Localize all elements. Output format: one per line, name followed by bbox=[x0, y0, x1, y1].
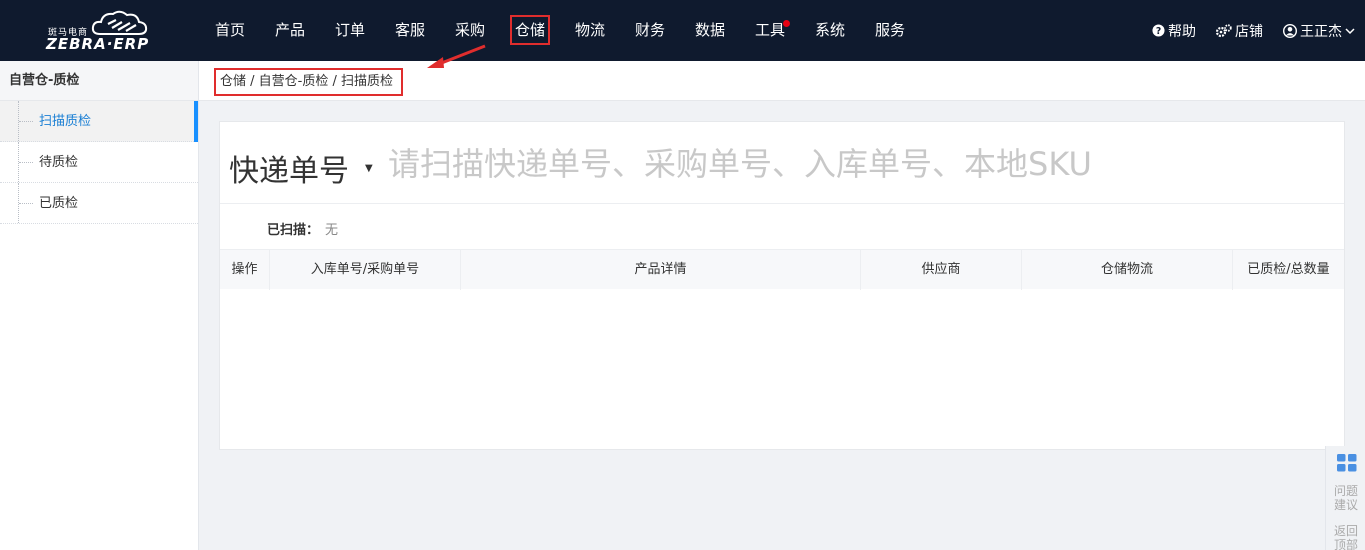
nav-warehouse-label: 仓储 bbox=[509, 15, 551, 45]
sidebar: 自营仓-质检 扫描质检 待质检 已质检 bbox=[0, 61, 199, 550]
gears-icon bbox=[1216, 23, 1232, 37]
nav-tools[interactable]: 工具 bbox=[740, 0, 800, 61]
table-header: 操作 入库单号/采购单号 产品详情 供应商 仓储物流 已质检/总数量 bbox=[220, 249, 1344, 290]
breadcrumb-bar: 仓储 / 自营仓-质检 / 扫描质检 bbox=[199, 61, 1365, 101]
header-tools: ? 帮助 店铺 王正杰 bbox=[1152, 0, 1355, 61]
col-warehouse-logistics: 仓储物流 bbox=[1022, 250, 1233, 290]
cloud-logo-icon bbox=[91, 10, 148, 35]
sidebar-item-done-qc[interactable]: 已质检 bbox=[0, 183, 198, 224]
col-order-no: 入库单号/采购单号 bbox=[270, 250, 461, 290]
scan-type-select[interactable]: 快递单号 ▼ bbox=[229, 146, 373, 190]
col-product-detail: 产品详情 bbox=[461, 250, 861, 290]
annotation-arrow-icon bbox=[427, 44, 486, 68]
scan-type-label: 快递单号 bbox=[229, 154, 349, 189]
help-icon: ? bbox=[1152, 24, 1165, 37]
nav-services[interactable]: 服务 bbox=[860, 0, 920, 61]
float-widget: 问题 建议 返回 顶部 bbox=[1325, 446, 1365, 550]
user-menu[interactable]: 王正杰 bbox=[1283, 21, 1355, 41]
help-button[interactable]: ? 帮助 bbox=[1152, 21, 1196, 41]
brand-en: ZEBRA·ERP bbox=[46, 35, 150, 53]
nav-data[interactable]: 数据 bbox=[680, 0, 740, 61]
notification-dot bbox=[783, 20, 790, 27]
scan-panel: 快递单号 ▼ 已扫描： 无 操作 入库单号/采购单号 产品详情 供应商 仓储物流 … bbox=[219, 121, 1345, 450]
svg-text:?: ? bbox=[1156, 26, 1161, 37]
grid-icon[interactable] bbox=[1337, 454, 1357, 472]
main-nav: 首页 产品 订单 客服 采购 仓储 物流 财务 数据 工具 系统 服务 bbox=[200, 0, 920, 61]
active-indicator bbox=[194, 101, 198, 142]
breadcrumb: 仓储 / 自营仓-质检 / 扫描质检 bbox=[214, 68, 403, 96]
nav-orders[interactable]: 订单 bbox=[320, 0, 380, 61]
nav-warehouse[interactable]: 仓储 bbox=[500, 0, 560, 61]
shop-button[interactable]: 店铺 bbox=[1216, 21, 1263, 41]
nav-finance[interactable]: 财务 bbox=[620, 0, 680, 61]
brand-logo[interactable]: 斑马电商 ZEBRA·ERP bbox=[44, 10, 159, 53]
sidebar-title: 自营仓-质检 bbox=[0, 61, 198, 101]
scanned-value: 无 bbox=[325, 223, 339, 238]
chevron-down-icon bbox=[1345, 27, 1355, 34]
sidebar-item-pending-qc[interactable]: 待质检 bbox=[0, 142, 198, 183]
caret-down-icon: ▼ bbox=[365, 162, 373, 174]
user-name: 王正杰 bbox=[1300, 23, 1342, 40]
nav-system[interactable]: 系统 bbox=[800, 0, 860, 61]
nav-home[interactable]: 首页 bbox=[200, 0, 260, 61]
back-to-top-link[interactable]: 返回 顶部 bbox=[1326, 524, 1365, 550]
user-icon bbox=[1283, 23, 1297, 38]
sidebar-item-scan-qc[interactable]: 扫描质检 bbox=[0, 101, 198, 142]
col-supplier: 供应商 bbox=[861, 250, 1022, 290]
feedback-link[interactable]: 问题 建议 bbox=[1326, 484, 1365, 512]
nav-products[interactable]: 产品 bbox=[260, 0, 320, 61]
scanned-status: 已扫描： 无 bbox=[267, 219, 338, 238]
scanned-label: 已扫描： bbox=[267, 223, 320, 238]
col-qc-count: 已质检/总数量 bbox=[1247, 262, 1330, 277]
scan-input[interactable] bbox=[388, 142, 1328, 186]
scan-row: 快递单号 ▼ bbox=[220, 122, 1344, 204]
nav-logistics[interactable]: 物流 bbox=[560, 0, 620, 61]
top-navbar: 斑马电商 ZEBRA·ERP 首页 产品 订单 客服 采购 仓储 物流 财务 数… bbox=[0, 0, 1365, 61]
col-actions: 操作 bbox=[220, 250, 270, 290]
